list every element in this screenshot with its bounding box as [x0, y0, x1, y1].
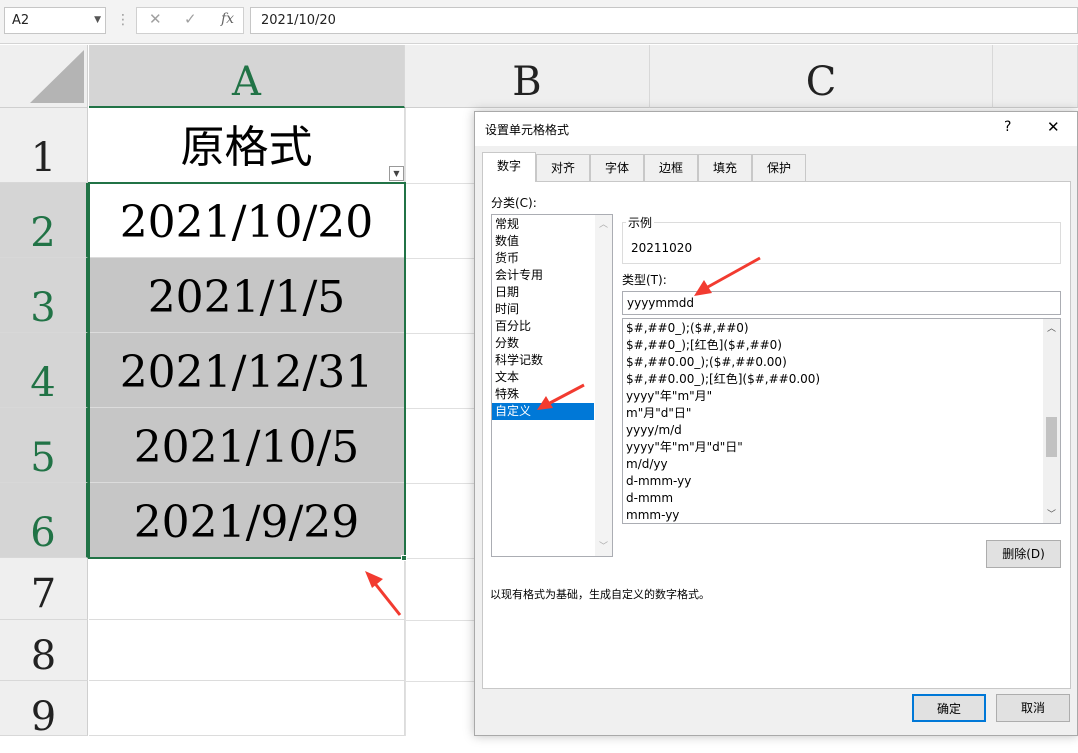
chevron-down-icon[interactable]: ▼ — [94, 8, 101, 33]
dialog-title: 设置单元格格式 — [485, 123, 570, 137]
cell-a8[interactable] — [89, 620, 405, 681]
format-description: 以现有格式为基础，生成自定义的数字格式。 — [490, 588, 710, 601]
gridline — [405, 483, 475, 484]
category-item[interactable]: 数值 — [492, 233, 612, 250]
row-header-3[interactable]: 3 — [0, 258, 88, 333]
cancel-button[interactable]: 取消 — [996, 694, 1070, 722]
row-header-8[interactable]: 8 — [0, 620, 88, 681]
tab-fill[interactable]: 填充 — [698, 154, 752, 181]
format-item[interactable]: d-mmm-yy — [623, 473, 1060, 490]
cell-a7[interactable] — [89, 558, 405, 620]
tab-protection[interactable]: 保护 — [752, 154, 806, 181]
gridline — [405, 408, 475, 409]
category-list[interactable]: 常规 数值 货币 会计专用 日期 时间 百分比 分数 科学记数 文本 特殊 自定… — [491, 214, 613, 557]
format-item[interactable]: mmm-yy — [623, 507, 1060, 523]
tab-border[interactable]: 边框 — [644, 154, 698, 181]
selection-border — [88, 182, 406, 559]
format-item[interactable]: $#,##0.00_);[红色]($#,##0.00) — [623, 371, 1060, 388]
gridline — [405, 333, 475, 334]
formula-bar-buttons: ✕ ✓ fx — [136, 7, 244, 34]
formula-input[interactable]: 2021/10/20 — [250, 7, 1078, 34]
format-item[interactable]: $#,##0_);[红色]($#,##0) — [623, 337, 1060, 354]
tab-alignment[interactable]: 对齐 — [536, 154, 590, 181]
cell-a9[interactable] — [89, 681, 405, 736]
format-item[interactable]: d-mmm — [623, 490, 1060, 507]
column-header-c[interactable]: C — [650, 45, 993, 108]
gridline — [405, 183, 475, 184]
format-cells-dialog: 设置单元格格式 ? ✕ 数字 对齐 字体 边框 填充 保护 分类(C): 常规 … — [474, 111, 1078, 736]
category-item[interactable]: 常规 — [492, 216, 612, 233]
tab-font[interactable]: 字体 — [590, 154, 644, 181]
column-header-a[interactable]: A — [89, 45, 405, 108]
scrollbar-thumb[interactable] — [1046, 417, 1057, 457]
category-item[interactable]: 百分比 — [492, 318, 612, 335]
row-header-7[interactable]: 7 — [0, 558, 88, 620]
category-item[interactable]: 文本 — [492, 369, 612, 386]
category-item[interactable]: 日期 — [492, 284, 612, 301]
format-item[interactable]: yyyy/m/d — [623, 422, 1060, 439]
format-item[interactable]: m"月"d"日" — [623, 405, 1060, 422]
format-list[interactable]: $#,##0_);($#,##0) $#,##0_);[红色]($#,##0) … — [622, 318, 1061, 524]
column-header-d[interactable] — [993, 45, 1078, 108]
scroll-down-icon[interactable]: ﹀ — [1047, 507, 1056, 520]
column-header-b[interactable]: B — [405, 45, 650, 108]
gridline — [405, 558, 475, 559]
format-item[interactable]: $#,##0.00_);($#,##0.00) — [623, 354, 1060, 371]
category-label: 分类(C): — [491, 196, 537, 210]
row-header-6[interactable]: 6 — [0, 483, 88, 558]
scroll-up-icon[interactable]: ︿ — [1047, 321, 1056, 334]
row-header-2[interactable]: 2 — [0, 183, 88, 258]
category-item[interactable]: 科学记数 — [492, 352, 612, 369]
row-header-5[interactable]: 5 — [0, 408, 88, 483]
dialog-title-bar: 设置单元格格式 ? ✕ — [475, 112, 1077, 146]
row-header-1[interactable]: 1 — [0, 108, 88, 183]
name-box[interactable]: A2 ▼ — [4, 7, 106, 34]
cell-a1[interactable]: 原格式 — [89, 108, 405, 183]
select-all-triangle-icon — [30, 50, 84, 103]
select-all-corner[interactable] — [0, 45, 88, 108]
cell-a1-text: 原格式 — [180, 122, 313, 173]
category-item[interactable]: 会计专用 — [492, 267, 612, 284]
formula-bar-separator: ⋮ — [116, 12, 131, 28]
fill-handle[interactable] — [401, 555, 407, 561]
cancel-icon[interactable]: ✕ — [149, 10, 162, 28]
ok-button[interactable]: 确定 — [912, 694, 986, 722]
category-item[interactable]: 分数 — [492, 335, 612, 352]
category-item-selected[interactable]: 自定义 — [492, 403, 594, 420]
format-item[interactable]: $#,##0_);($#,##0) — [623, 320, 1060, 337]
format-scrollbar[interactable]: ︿ ﹀ — [1043, 319, 1060, 523]
scroll-down-icon[interactable]: ﹀ — [599, 539, 608, 552]
scroll-up-icon[interactable]: ︿ — [599, 217, 608, 230]
function-icon[interactable]: fx — [221, 11, 234, 27]
gridline — [405, 681, 475, 682]
filter-dropdown-icon[interactable]: ▼ — [389, 166, 404, 181]
category-item[interactable]: 时间 — [492, 301, 612, 318]
type-input[interactable]: yyyymmdd — [622, 291, 1061, 315]
close-icon[interactable]: ✕ — [1047, 118, 1060, 136]
enter-icon[interactable]: ✓ — [184, 10, 197, 28]
tab-number[interactable]: 数字 — [482, 152, 536, 182]
format-item[interactable]: yyyy"年"m"月"d"日" — [623, 439, 1060, 456]
gridline — [405, 620, 475, 621]
category-item[interactable]: 特殊 — [492, 386, 612, 403]
sample-value: 20211020 — [631, 241, 693, 255]
format-item[interactable]: m/d/yy — [623, 456, 1060, 473]
delete-button[interactable]: 删除(D) — [986, 540, 1061, 568]
name-box-value: A2 — [12, 13, 30, 28]
row-header-4[interactable]: 4 — [0, 333, 88, 408]
row-header-9[interactable]: 9 — [0, 681, 88, 740]
category-item[interactable]: 货币 — [492, 250, 612, 267]
type-label: 类型(T): — [622, 273, 667, 287]
gridline — [405, 258, 475, 259]
help-icon[interactable]: ? — [1004, 119, 1011, 135]
category-scrollbar[interactable]: ︿ ﹀ — [595, 215, 612, 556]
sample-label: 示例 — [626, 214, 655, 231]
format-item[interactable]: yyyy"年"m"月" — [623, 388, 1060, 405]
formula-bar: A2 ▼ ⋮ ✕ ✓ fx 2021/10/20 — [0, 0, 1078, 44]
